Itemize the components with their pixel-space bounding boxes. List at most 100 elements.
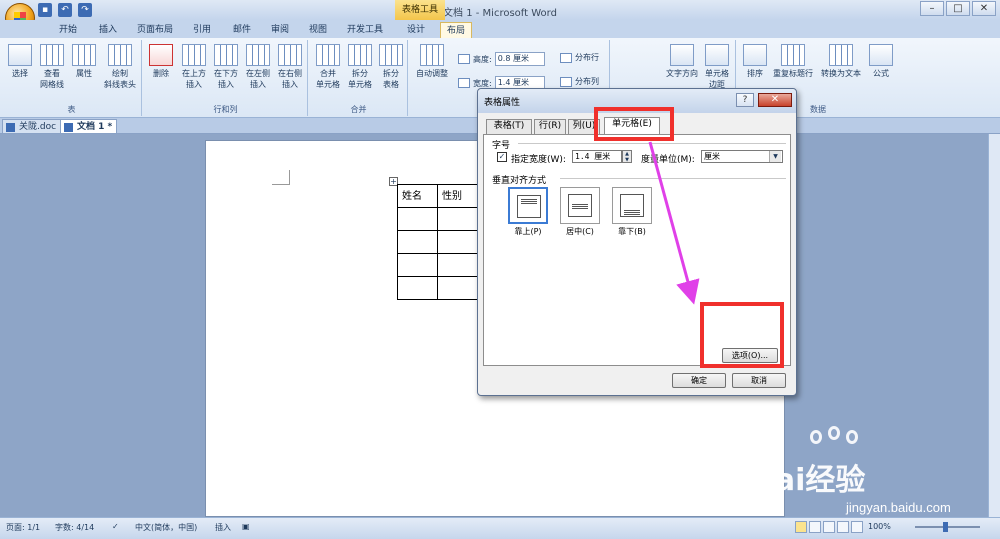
select-button[interactable]: 选择 (4, 42, 36, 79)
distribute-columns-button[interactable]: 分布列 (560, 76, 599, 87)
table-cell[interactable] (437, 276, 478, 300)
align-top-icon (521, 199, 537, 204)
repeat-header-rows-button[interactable]: 重复标题行 (770, 42, 816, 79)
split-table-button[interactable]: 拆分 表格 (376, 42, 406, 90)
view-gridlines-button[interactable]: 查看 网格线 (36, 42, 68, 90)
word-count[interactable]: 字数: 4/14 (55, 522, 94, 533)
merge-cells-button[interactable]: 合并 单元格 (312, 42, 344, 90)
chevron-down-icon[interactable]: ▼ (769, 151, 781, 162)
table-cell[interactable] (437, 207, 478, 231)
insert-below-button[interactable]: 在下方 插入 (210, 42, 242, 90)
delete-button[interactable]: 删除 (146, 42, 176, 79)
table-cell[interactable] (397, 230, 438, 254)
dialog-close-button[interactable]: ✕ (758, 93, 792, 107)
language-indicator[interactable]: 中文(简体，中国) (135, 522, 197, 533)
align-bottom-icon (624, 210, 640, 215)
undo-icon[interactable]: ↶ (58, 3, 72, 17)
draw-diagonal-header-button[interactable]: 绘制 斜线表头 (100, 42, 140, 90)
tab-row[interactable]: 行(R) (534, 119, 566, 134)
tab-mailings[interactable]: 邮件 (226, 22, 258, 38)
macro-record-icon[interactable]: ▣ (242, 522, 250, 531)
tab-page-layout[interactable]: 页面布局 (132, 22, 178, 38)
gridlines-icon (40, 44, 64, 66)
outline-view-icon[interactable] (837, 521, 849, 533)
ok-button[interactable]: 确定 (672, 373, 726, 388)
table-cell[interactable] (437, 230, 478, 254)
align-top-button[interactable] (508, 187, 548, 224)
proofing-icon[interactable]: ✓ (112, 522, 119, 531)
close-window-button[interactable]: ✕ (972, 1, 996, 16)
convert-to-text-button[interactable]: 转换为文本 (818, 42, 864, 79)
table-cell[interactable] (437, 253, 478, 277)
specify-width-checkbox[interactable]: ✓ (497, 152, 507, 162)
group-merge: 合并 单元格 拆分 单元格 拆分 表格 合并 (310, 40, 408, 116)
distribute-rows-button[interactable]: 分布行 (560, 52, 599, 63)
table-header-cell[interactable]: 姓名 (397, 184, 438, 208)
table-row (397, 230, 478, 254)
unit-label: 度量单位(M): (641, 155, 695, 165)
tab-layout[interactable]: 布局 (440, 22, 472, 38)
tab-review[interactable]: 审阅 (264, 22, 296, 38)
redo-icon[interactable]: ↷ (78, 3, 92, 17)
doc-tab-document1[interactable]: 文档 1 * (60, 119, 118, 134)
tab-developer[interactable]: 开发工具 (340, 22, 390, 38)
document-table[interactable]: 姓名 性别 (397, 184, 478, 300)
table-row (397, 276, 478, 300)
tab-references[interactable]: 引用 (186, 22, 218, 38)
contextual-tab-label: 表格工具 (395, 0, 445, 20)
text-direction-icon (670, 44, 694, 66)
vertical-scrollbar[interactable] (988, 134, 1000, 517)
insert-left-button[interactable]: 在左侧 插入 (242, 42, 274, 90)
width-label: 宽度: (473, 78, 492, 88)
insert-above-button[interactable]: 在上方 插入 (178, 42, 210, 90)
cancel-button[interactable]: 取消 (732, 373, 786, 388)
distribute-rows-icon (560, 52, 572, 63)
cell-width-spinner[interactable]: ▲ ▼ (622, 150, 632, 163)
insert-mode[interactable]: 插入 (215, 522, 231, 533)
zoom-level[interactable]: 100% (868, 522, 891, 531)
tab-insert[interactable]: 插入 (92, 22, 124, 38)
tab-home[interactable]: 开始 (52, 22, 84, 38)
distribute-columns-icon (560, 76, 572, 87)
sort-button[interactable]: 排序 (740, 42, 770, 79)
title-bar: 文档 1 - Microsoft Word (0, 0, 1000, 20)
watermark-brand: Bai经验 (752, 463, 866, 498)
group-rows-columns: 删除 在上方 插入 在下方 插入 在左侧 插入 在右侧 插入 行和列 (144, 40, 308, 116)
web-layout-icon[interactable] (823, 521, 835, 533)
align-center-button[interactable] (560, 187, 600, 224)
insert-above-icon (182, 44, 206, 66)
formula-button[interactable]: 公式 (866, 42, 896, 79)
table-header-cell[interactable]: 性别 (437, 184, 478, 208)
cursor-icon (8, 44, 32, 66)
table-row (397, 207, 478, 231)
table-cell[interactable] (397, 207, 438, 231)
table-cell[interactable] (397, 276, 438, 300)
row-height-input[interactable]: 0.8 厘米 (494, 52, 545, 66)
align-bottom-button[interactable] (612, 187, 652, 224)
merge-cells-icon (316, 44, 340, 66)
text-direction-button[interactable]: 文字方向 (664, 42, 700, 79)
autofit-button[interactable]: 自动调整 (412, 42, 452, 79)
split-table-icon (379, 44, 403, 66)
tab-design[interactable]: 设计 (400, 22, 432, 38)
minimize-button[interactable]: – (920, 1, 944, 16)
split-cells-button[interactable]: 拆分 单元格 (344, 42, 376, 90)
full-screen-reading-icon[interactable] (809, 521, 821, 533)
tab-table[interactable]: 表格(T) (486, 119, 532, 134)
zoom-slider-thumb[interactable] (943, 522, 948, 532)
tab-view[interactable]: 视图 (302, 22, 334, 38)
draft-view-icon[interactable] (851, 521, 863, 533)
insert-right-button[interactable]: 在右侧 插入 (274, 42, 306, 90)
maximize-button[interactable]: □ (946, 1, 970, 16)
page-count[interactable]: 页面: 1/1 (6, 522, 40, 533)
specify-width-label: 指定宽度(W): (511, 155, 566, 165)
cell-width-input[interactable]: 1.4 厘米 (572, 150, 622, 163)
help-button[interactable]: ? (736, 93, 754, 107)
valign-section-label: 垂直对齐方式 (492, 176, 547, 186)
doc-tab-guanlong[interactable]: 关陇.doc (2, 119, 62, 134)
save-icon[interactable]: ▪ (38, 3, 52, 17)
print-layout-view-icon[interactable] (795, 521, 807, 533)
cell-margins-button[interactable]: 单元格 边距 (700, 42, 734, 90)
properties-button[interactable]: 属性 (68, 42, 100, 79)
table-cell[interactable] (397, 253, 438, 277)
